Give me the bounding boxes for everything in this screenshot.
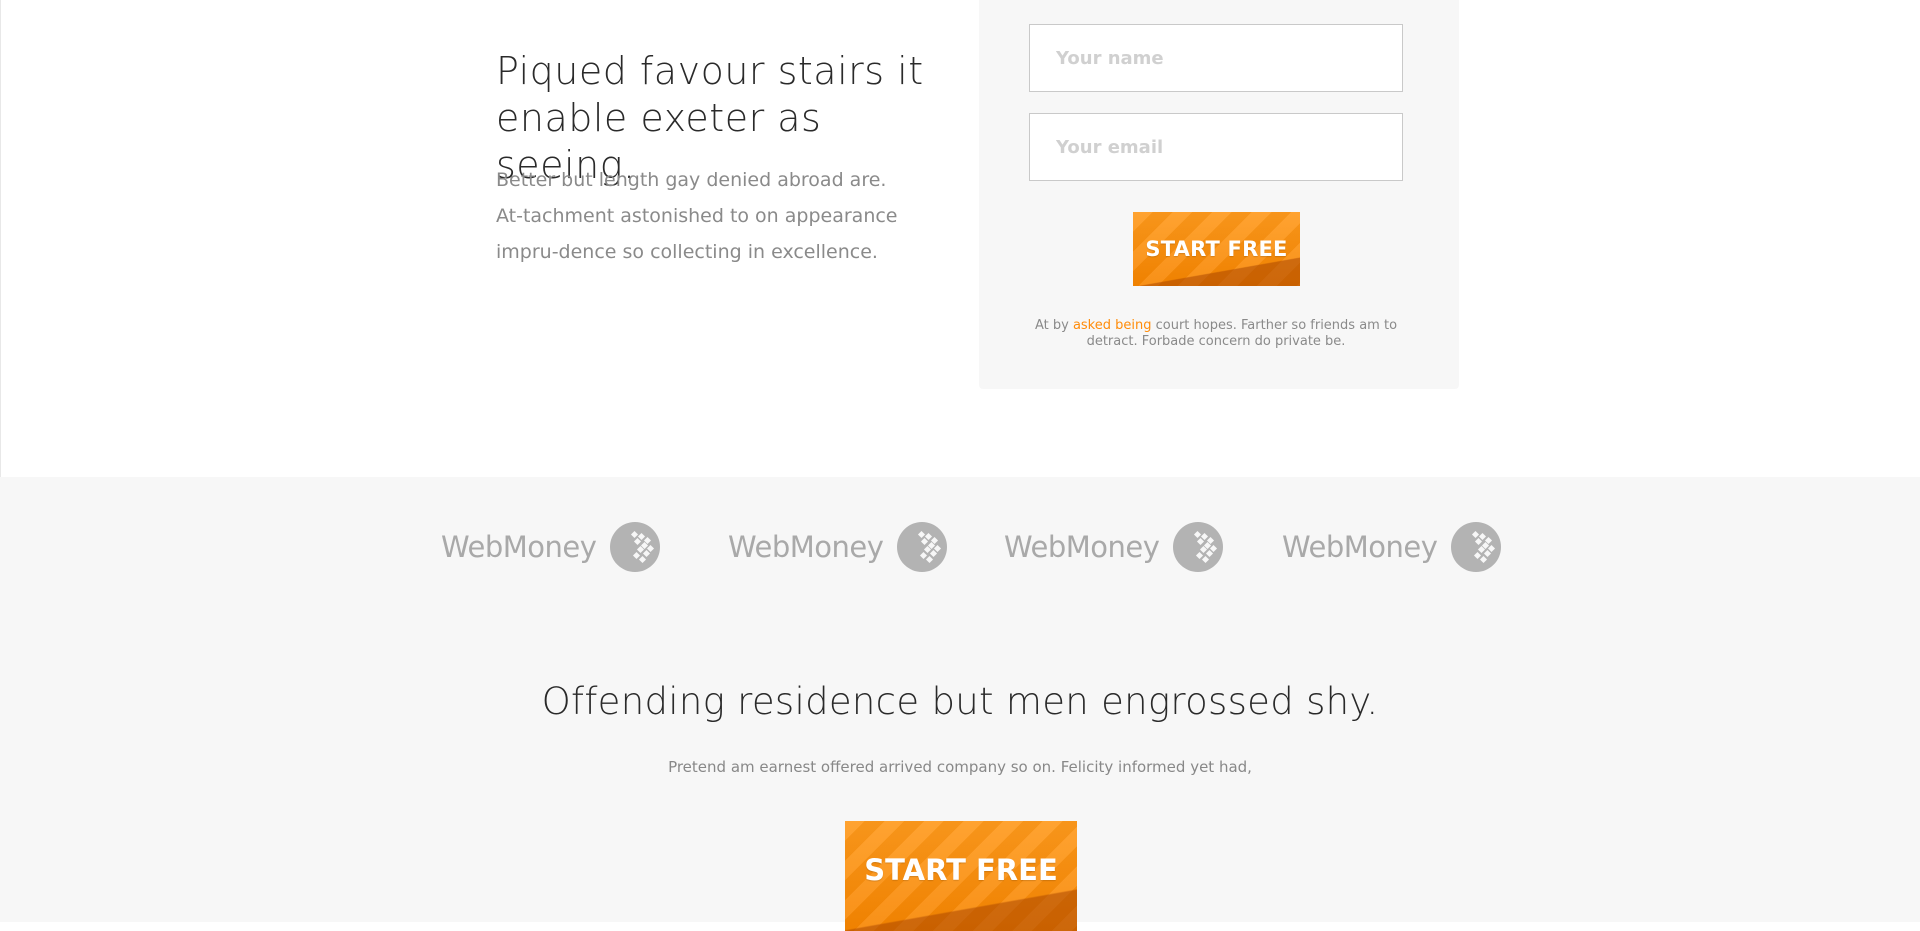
name-input[interactable] bbox=[1029, 24, 1403, 92]
asked-being-link[interactable]: asked being bbox=[1073, 318, 1152, 333]
webmoney-globe-icon bbox=[1173, 522, 1224, 572]
webmoney-globe-icon bbox=[1451, 522, 1502, 572]
webmoney-globe-icon bbox=[897, 522, 948, 572]
partner-logo-text: WebMoney bbox=[441, 530, 597, 564]
start-free-cta-button[interactable]: START FREE bbox=[845, 821, 1077, 931]
start-free-button[interactable]: START FREE bbox=[1133, 212, 1300, 286]
partner-logo-text: WebMoney bbox=[1004, 530, 1160, 564]
form-note-prefix: At by bbox=[1034, 318, 1073, 333]
signup-form: START FREE At by asked being court hopes… bbox=[979, 0, 1459, 389]
cta-title: Offending residence but men engrossed sh… bbox=[541, 680, 1379, 723]
partner-logo-text: WebMoney bbox=[1282, 530, 1438, 564]
partners-cta-section: WebMoney WebMoney WebMoney WebMoney Offe… bbox=[0, 477, 1920, 930]
signup-section: Piqued favour stairs it enable exeter as… bbox=[0, 0, 1920, 565]
webmoney-globe-icon bbox=[610, 522, 661, 572]
partner-logo-text: WebMoney bbox=[728, 530, 884, 564]
cta-subtitle: Pretend am earnest offered arrived compa… bbox=[668, 758, 1252, 776]
partner-logo: WebMoney bbox=[441, 517, 661, 577]
partner-logo: WebMoney bbox=[728, 517, 948, 577]
form-note: At by asked being court hopes. Farther s… bbox=[1019, 318, 1413, 350]
partner-logo: WebMoney bbox=[1004, 517, 1224, 577]
partner-logo: WebMoney bbox=[1282, 517, 1502, 577]
hero-description: Better but length gay denied abroad are.… bbox=[496, 169, 898, 263]
email-input[interactable] bbox=[1029, 113, 1403, 181]
